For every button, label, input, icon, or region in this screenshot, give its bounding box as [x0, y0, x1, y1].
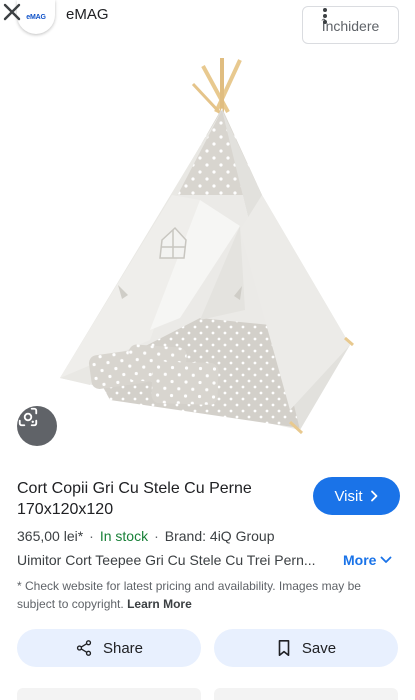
- disclaimer-note: * Check website for latest pricing and a…: [17, 577, 402, 613]
- product-image[interactable]: eMAG eMAG Închidere: [0, 0, 415, 460]
- more-vert-icon[interactable]: [320, 8, 330, 28]
- more-button[interactable]: More: [343, 552, 392, 568]
- close-icon[interactable]: [0, 0, 24, 24]
- lens-icon: [18, 407, 38, 427]
- related-thumbnail[interactable]: [214, 688, 398, 700]
- visit-button[interactable]: Visit: [313, 477, 400, 515]
- learn-more-link[interactable]: Learn More: [127, 597, 192, 611]
- related-thumbnail[interactable]: [17, 688, 201, 700]
- visit-button-label: Visit: [334, 487, 363, 505]
- chevron-down-icon: [381, 556, 392, 563]
- close-button-label: Închidere: [321, 18, 380, 34]
- more-label: More: [343, 552, 377, 568]
- brand: Brand: 4iQ Group: [164, 528, 275, 544]
- stock-status: In stock: [99, 528, 149, 544]
- product-description: Uimitor Cort Teepee Gri Cu Stele Cu Trei…: [17, 552, 316, 568]
- save-label: Save: [301, 639, 337, 657]
- share-button[interactable]: Share: [17, 629, 201, 667]
- teepee-tent-image: [60, 58, 354, 435]
- lens-button[interactable]: [17, 406, 57, 446]
- price: 365,00 lei*: [17, 528, 84, 544]
- image-result-panel: eMAG eMAG Închidere Cort Copii Gri Cu St…: [0, 0, 415, 700]
- source-name[interactable]: eMAG: [66, 6, 109, 23]
- save-button[interactable]: Save: [214, 629, 398, 667]
- related-results-strip: [0, 688, 415, 700]
- close-button[interactable]: Închidere: [302, 6, 399, 44]
- share-icon: [76, 640, 92, 656]
- share-label: Share: [102, 639, 144, 657]
- product-title[interactable]: Cort Copii Gri Cu Stele Cu Perne 170x120…: [17, 478, 297, 520]
- product-meta: 365,00 lei* · In stock · Brand: 4iQ Group: [17, 528, 275, 544]
- bookmark-icon: [278, 639, 290, 657]
- chevron-right-icon: [370, 490, 377, 502]
